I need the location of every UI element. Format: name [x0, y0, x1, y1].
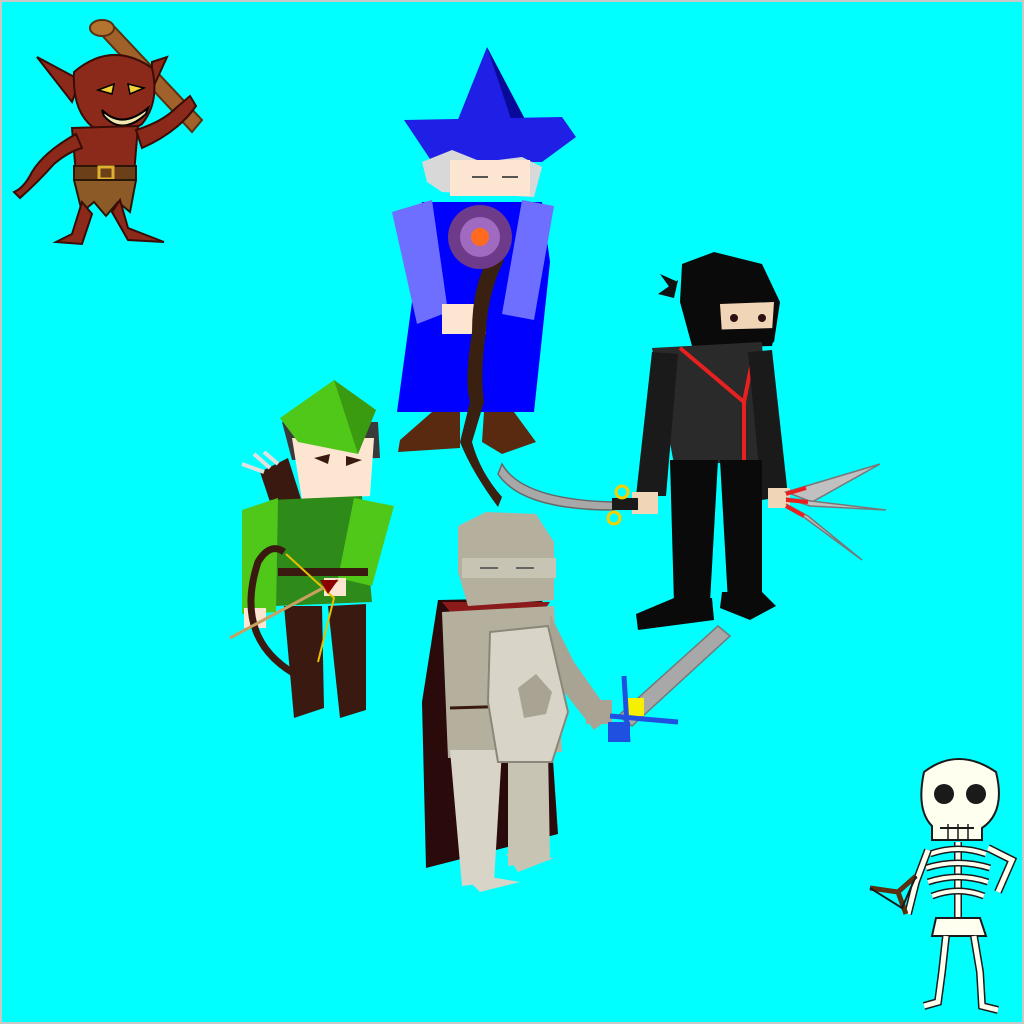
game-scene [0, 0, 1024, 1024]
scene-canvas [2, 2, 1022, 1022]
